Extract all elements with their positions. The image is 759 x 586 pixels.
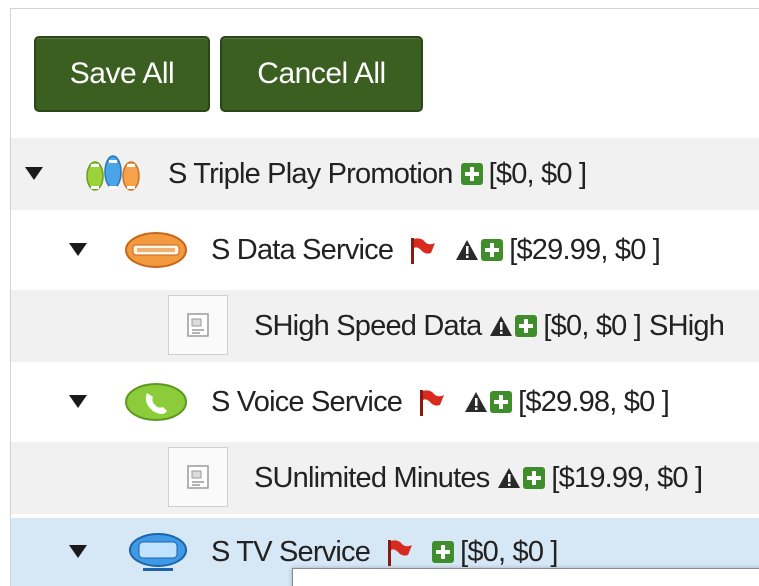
toolbar: Save All Cancel All [34, 36, 423, 112]
promotion-price: [$0, $0 ] [488, 157, 587, 190]
tree-node-label[interactable]: SUnlimited Minutes [$19.99, $0 ] [254, 461, 703, 495]
tree-row-unlimited-minutes[interactable]: SUnlimited Minutes [$19.99, $0 ] [11, 442, 759, 514]
warning-icon [465, 392, 488, 412]
caret-down-icon[interactable] [25, 167, 43, 180]
plus-icon[interactable] [460, 163, 483, 185]
tree-node-label[interactable]: S TV Service [$0, $0 ] [211, 536, 558, 569]
warning-icon [490, 316, 513, 336]
plus-icon[interactable] [523, 467, 546, 489]
flag-icon[interactable] [384, 537, 414, 567]
voice-service-price: [$29.98, $0 ] [518, 385, 670, 418]
voice-service-icon [123, 381, 189, 431]
plus-icon[interactable] [490, 391, 513, 413]
product-placeholder-icon [168, 295, 228, 355]
save-all-button[interactable]: Save All [34, 36, 210, 112]
hover-tooltip [292, 568, 759, 586]
tv-service-label: S TV Service [211, 535, 371, 568]
plus-icon[interactable] [515, 315, 538, 337]
promotion-label: S Triple Play Promotion [168, 157, 453, 190]
data-service-price: [$29.99, $0 ] [509, 233, 661, 266]
product-tree-panel: Save All Cancel All S Triple Play Promot… [0, 0, 759, 586]
tree-row-data-service[interactable]: S Data Service [$29.99, $0 ] [11, 214, 759, 286]
tree-row-voice-service[interactable]: S Voice Service [$29.98, $0 ] [11, 366, 759, 438]
caret-down-icon[interactable] [69, 545, 87, 558]
tree-row-promotion[interactable]: S Triple Play Promotion [$0, $0 ] [11, 138, 759, 210]
panel-border-top [10, 8, 759, 9]
voice-service-label: S Voice Service [211, 385, 403, 418]
tv-service-icon [127, 530, 189, 582]
tree-node-label[interactable]: S Data Service [$29.99, $0 ] [211, 233, 661, 267]
unlimited-price: [$19.99, $0 ] [551, 461, 703, 494]
tv-service-price: [$0, $0 ] [460, 535, 558, 568]
tree-node-label[interactable]: SHigh Speed Data [$0, $0 ] SHigh [254, 309, 725, 343]
caret-down-icon[interactable] [69, 243, 87, 256]
plus-icon[interactable] [481, 239, 504, 261]
data-service-icon [123, 230, 189, 278]
promotion-icon [79, 146, 155, 210]
high-speed-price: [$0, $0 ] [543, 309, 642, 342]
high-speed-label: SHigh Speed Data [254, 309, 482, 342]
tree-node-label[interactable]: S Voice Service [$29.98, $0 ] [211, 385, 670, 419]
flag-icon[interactable] [407, 235, 437, 265]
warning-icon [456, 240, 479, 260]
high-speed-trailing-text: SHigh [649, 309, 725, 342]
caret-down-icon[interactable] [69, 395, 87, 408]
tree-row-high-speed-data[interactable]: SHigh Speed Data [$0, $0 ] SHigh [11, 290, 759, 362]
flag-icon[interactable] [416, 387, 446, 417]
data-service-label: S Data Service [211, 233, 394, 266]
warning-icon [498, 468, 521, 488]
plus-icon[interactable] [432, 541, 455, 563]
tree-node-label[interactable]: S Triple Play Promotion [$0, $0 ] [168, 157, 587, 191]
product-placeholder-icon [168, 447, 228, 507]
unlimited-label: SUnlimited Minutes [254, 461, 490, 494]
cancel-all-button[interactable]: Cancel All [220, 36, 423, 112]
